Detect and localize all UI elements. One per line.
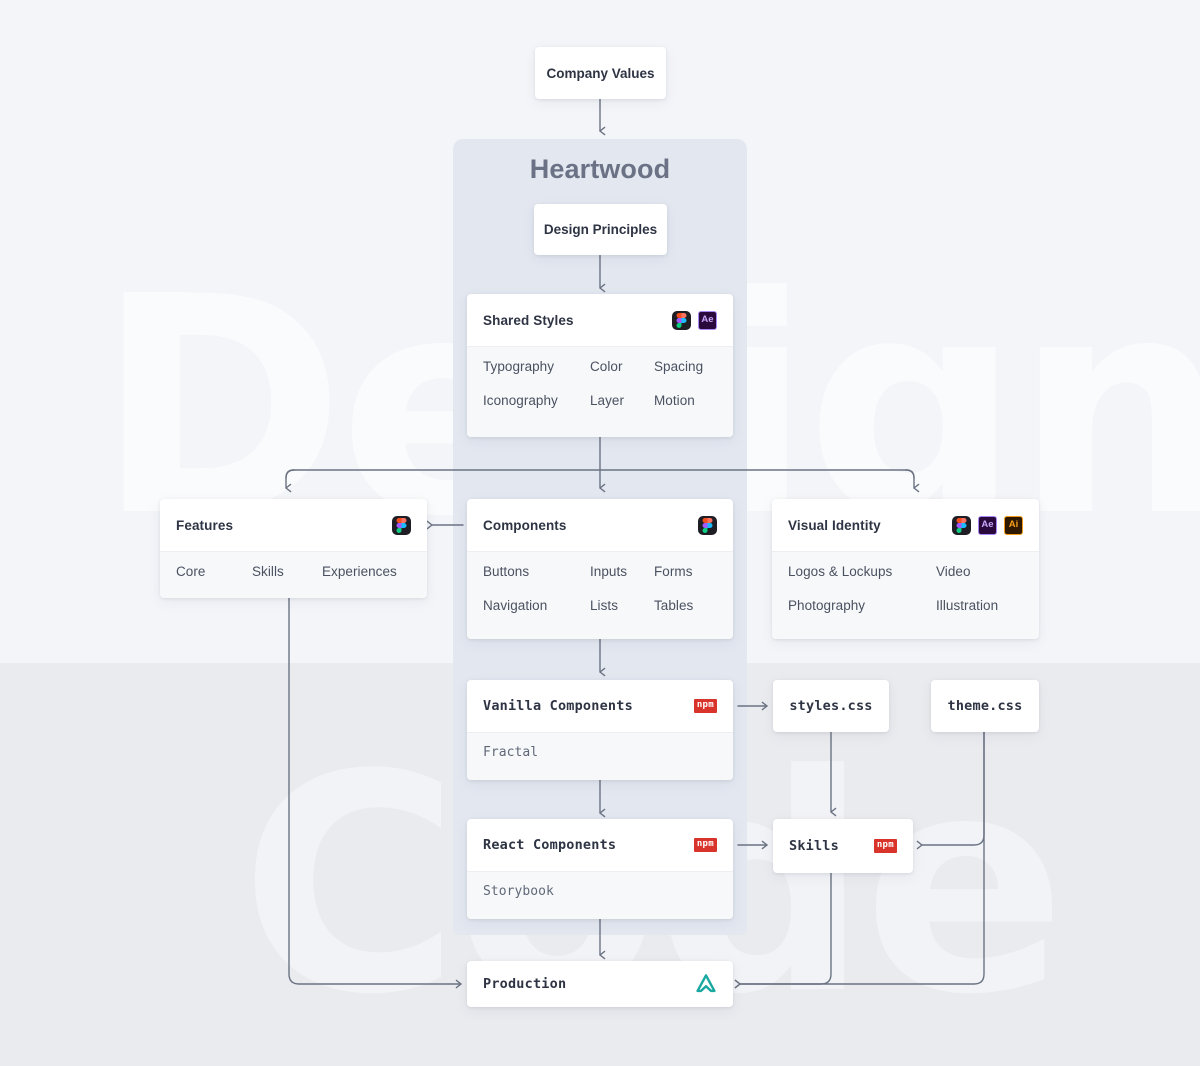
node-vanilla-components[interactable]: Vanilla Components npm Fractal bbox=[467, 680, 733, 780]
components-item: Lists bbox=[590, 598, 619, 613]
npm-badge-icon: npm bbox=[693, 699, 717, 713]
shared-styles-title: Shared Styles bbox=[483, 312, 574, 328]
components-item: Navigation bbox=[483, 598, 548, 613]
after-effects-icon: Ae bbox=[698, 310, 717, 330]
shared-styles-item: Typography bbox=[483, 359, 555, 374]
vanilla-components-item: Fractal bbox=[483, 745, 539, 760]
components-item: Forms bbox=[654, 564, 693, 579]
visual-identity-item: Photography bbox=[788, 598, 866, 613]
components-title: Components bbox=[483, 517, 567, 533]
node-features[interactable]: Features Core Skills Experiences bbox=[160, 499, 427, 598]
visual-identity-icons: Ae Ai bbox=[952, 515, 1023, 535]
shared-styles-icons: Ae bbox=[672, 310, 717, 330]
skills-title: Skills bbox=[789, 838, 839, 854]
react-components-item: Storybook bbox=[483, 884, 554, 899]
components-icons bbox=[698, 515, 717, 535]
features-icons bbox=[392, 515, 411, 535]
node-company-values[interactable]: Company Values bbox=[535, 47, 666, 99]
features-item: Core bbox=[176, 564, 206, 579]
shared-styles-item: Layer bbox=[590, 393, 625, 408]
after-effects-icon: Ae bbox=[978, 515, 997, 535]
components-item: Buttons bbox=[483, 564, 530, 579]
shared-styles-item: Motion bbox=[654, 393, 695, 408]
features-title: Features bbox=[176, 517, 234, 533]
visual-identity-item: Logos & Lockups bbox=[788, 564, 893, 579]
production-title: Production bbox=[483, 976, 567, 992]
illustrator-icon: Ai bbox=[1004, 515, 1023, 535]
npm-badge-icon: npm bbox=[873, 839, 897, 853]
components-item: Tables bbox=[654, 598, 694, 613]
react-components-title: React Components bbox=[483, 837, 617, 853]
visual-identity-item: Illustration bbox=[936, 598, 999, 613]
node-production[interactable]: Production bbox=[467, 961, 733, 1007]
shared-styles-item: Iconography bbox=[483, 393, 558, 408]
components-item: Inputs bbox=[590, 564, 628, 579]
figma-icon bbox=[672, 310, 691, 330]
styles-css-label: styles.css bbox=[789, 698, 873, 714]
shared-styles-item: Spacing bbox=[654, 359, 704, 374]
figma-icon bbox=[952, 515, 971, 535]
node-styles-css[interactable]: styles.css bbox=[773, 680, 889, 732]
production-icons bbox=[695, 973, 717, 995]
node-skills[interactable]: Skills npm bbox=[773, 819, 913, 873]
node-react-components[interactable]: React Components npm Storybook bbox=[467, 819, 733, 919]
node-components[interactable]: Components Buttons Inputs Forms Navigati… bbox=[467, 499, 733, 639]
figma-icon bbox=[392, 515, 411, 535]
features-item: Skills bbox=[252, 564, 284, 579]
theme-css-label: theme.css bbox=[947, 698, 1023, 714]
shared-styles-item: Color bbox=[590, 359, 623, 374]
vanilla-components-title: Vanilla Components bbox=[483, 698, 633, 714]
npm-badge-icon: npm bbox=[693, 838, 717, 852]
node-design-principles[interactable]: Design Principles bbox=[534, 204, 667, 255]
figma-icon bbox=[698, 515, 717, 535]
features-item: Experiences bbox=[322, 564, 397, 579]
diagram-canvas: Design Code Heartwood bbox=[0, 0, 1200, 1066]
design-principles-label: Design Principles bbox=[543, 222, 658, 237]
visual-identity-item: Video bbox=[936, 564, 971, 579]
heartwood-panel-title: Heartwood bbox=[529, 154, 671, 184]
company-values-label: Company Values bbox=[546, 65, 655, 81]
aurora-logo-icon bbox=[695, 973, 717, 995]
visual-identity-title: Visual Identity bbox=[788, 517, 881, 533]
node-shared-styles[interactable]: Shared Styles Ae Typography Color Spacin… bbox=[467, 294, 733, 437]
node-theme-css[interactable]: theme.css bbox=[931, 680, 1039, 732]
node-visual-identity[interactable]: Visual Identity Ae Ai Logos & Lockups Vi… bbox=[772, 499, 1039, 639]
